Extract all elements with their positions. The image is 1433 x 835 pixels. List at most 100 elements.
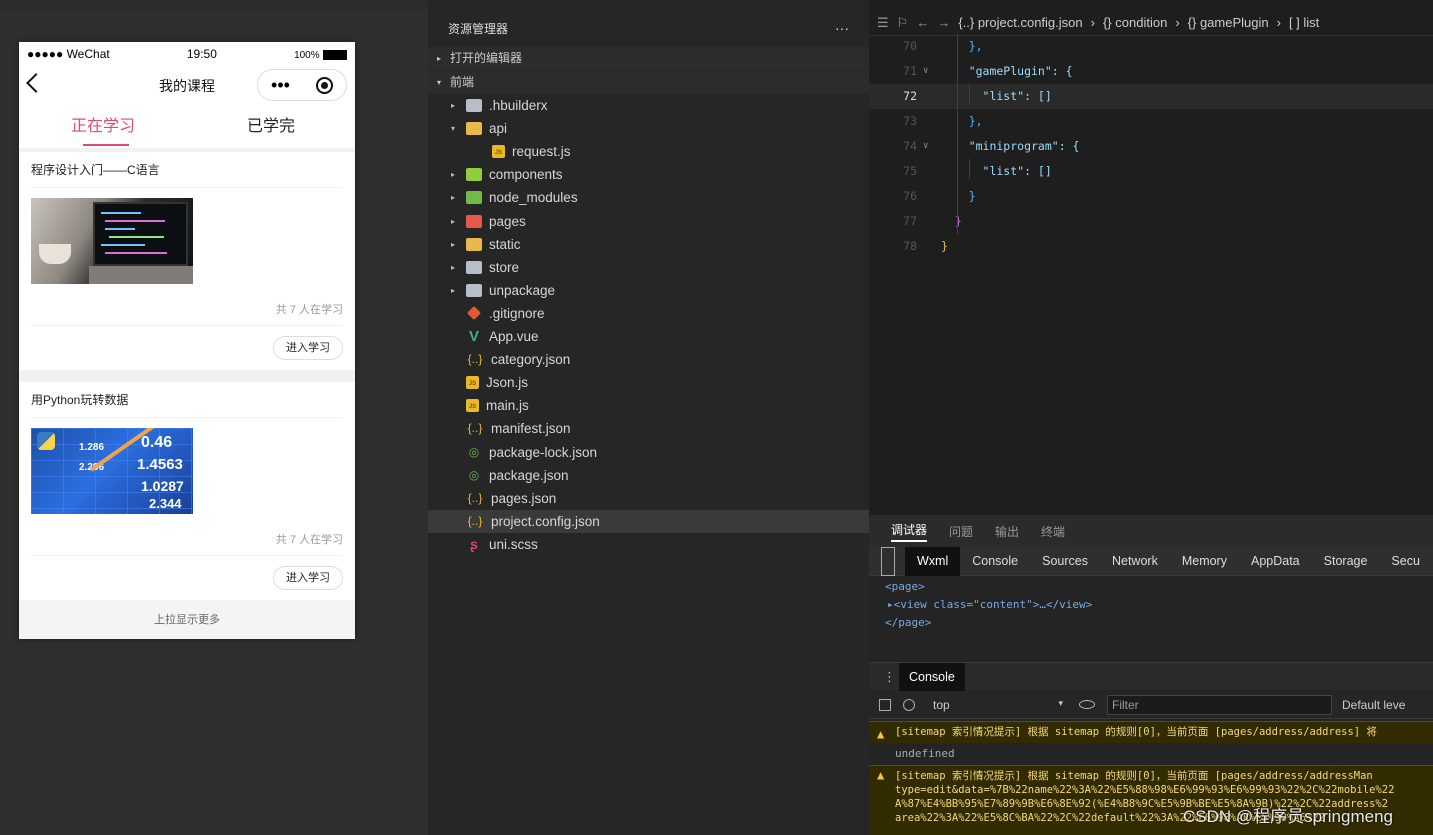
file-tree-item[interactable]: JS request.js [428, 140, 869, 163]
breadcrumb-item[interactable]: {} condition [1103, 15, 1167, 30]
breadcrumb-item[interactable]: [ ] list [1289, 15, 1319, 30]
chevron-right-icon[interactable]: ▸ [448, 240, 458, 249]
file-tree-item[interactable]: JS Json.js [428, 371, 869, 394]
tab-storage[interactable]: Storage [1312, 547, 1380, 576]
clear-console-icon[interactable] [903, 698, 915, 711]
fold-chevron-icon[interactable]: ∨ [923, 59, 928, 84]
node-modules-folder-icon [466, 191, 482, 205]
list-icon[interactable]: ☰ [877, 15, 889, 31]
explorer-header: 资源管理器 ··· [428, 10, 869, 46]
open-editors-section[interactable]: ▸ 打开的编辑器 [428, 47, 869, 70]
file-tree-item[interactable]: ▸ unpackage [428, 279, 869, 302]
code-line[interactable]: 72 "list": [] [869, 84, 1433, 109]
file-name: manifest.json [491, 421, 571, 437]
wxml-node[interactable]: </page> [869, 614, 1433, 632]
code-line[interactable]: 75 "list": [] [869, 159, 1433, 184]
code-line[interactable]: 77 } [869, 209, 1433, 234]
fold-chevron-icon[interactable]: ∨ [923, 134, 928, 159]
file-name: uni.scss [489, 536, 538, 552]
code-line[interactable]: 74 ∨ "miniprogram": { [869, 134, 1433, 159]
file-tree-item[interactable]: ▸ static [428, 233, 869, 256]
file-tree-item[interactable]: ▸ node_modules [428, 186, 869, 209]
wxml-node[interactable]: <page> [869, 578, 1433, 596]
wxml-node[interactable]: ▸<view class="content">…</view> [869, 596, 1433, 614]
forward-arrow-icon[interactable]: → [937, 15, 950, 30]
tab-console[interactable]: Console [960, 547, 1030, 576]
enter-course-button[interactable]: 进入学习 [273, 336, 343, 360]
more-actions-icon[interactable]: ··· [835, 20, 849, 36]
context-select[interactable]: top ▾ [933, 698, 1063, 712]
log-levels-select[interactable]: Default leve [1342, 698, 1405, 712]
file-tree-item[interactable]: ▸ components [428, 163, 869, 186]
file-tree-item[interactable]: JS main.js [428, 394, 869, 417]
filter-input[interactable]: Filter [1107, 694, 1332, 715]
chevron-down-icon: ▾ [1058, 697, 1063, 708]
tab-problems[interactable]: 问题 [949, 523, 973, 540]
code-line[interactable]: 78} [869, 234, 1433, 259]
file-tree-item[interactable]: ▸ store [428, 256, 869, 279]
section-label: 前端 [450, 75, 475, 89]
components-folder-icon [466, 168, 482, 182]
back-icon[interactable] [26, 73, 46, 93]
menu-capsule[interactable]: ••• [257, 69, 347, 101]
code-line[interactable]: 71 ∨ "gamePlugin": { [869, 59, 1433, 84]
close-miniprogram-icon[interactable] [315, 76, 333, 94]
course-thumbnail[interactable] [31, 198, 193, 284]
chevron-down-icon: ▾ [437, 78, 442, 87]
chevron-down-icon[interactable]: ▾ [448, 124, 458, 133]
file-tree-item[interactable]: {..} project.config.json [428, 509, 869, 533]
tab-debugger[interactable]: 调试器 [891, 521, 928, 542]
project-section[interactable]: ▾ 前端 [428, 71, 869, 94]
sidebar-toggle-icon[interactable] [879, 698, 891, 711]
battery-icon [322, 49, 347, 60]
code-line[interactable]: 76 } [869, 184, 1433, 209]
file-tree-item[interactable]: {..} category.json [428, 348, 869, 371]
tab-memory[interactable]: Memory [1170, 547, 1239, 576]
tab-learning[interactable]: 正在学习 [19, 106, 187, 148]
eye-icon[interactable] [1079, 700, 1095, 709]
tab-network[interactable]: Network [1100, 547, 1170, 576]
back-arrow-icon[interactable]: ← [916, 15, 929, 30]
chevron-right-icon[interactable]: ▸ [448, 263, 458, 272]
file-tree-item[interactable]: ▾ api [428, 117, 869, 140]
file-tree-item[interactable]: ◎ package-lock.json [428, 441, 869, 464]
breadcrumb-item[interactable]: {..} project.config.json [958, 15, 1082, 30]
chevron-right-icon[interactable]: ▸ [448, 170, 458, 179]
tab-security[interactable]: Secu [1379, 547, 1432, 576]
code-line[interactable]: 73 }, [869, 109, 1433, 134]
file-tree-item[interactable]: ʂ uni.scss [428, 533, 869, 556]
tab-sources[interactable]: Sources [1030, 547, 1100, 576]
chevron-right-icon[interactable]: ▸ [448, 286, 458, 295]
file-tree-item[interactable]: V App.vue [428, 325, 869, 348]
console-drawer-header: ⋮ Console [869, 662, 1433, 691]
course-thumbnail[interactable]: 1.286 2.286 0.46 1.4563 1.0287 2.344 [31, 428, 193, 514]
bookmark-icon[interactable]: ⚐ [897, 15, 909, 31]
file-tree-item[interactable]: ▸ .hbuilderx [428, 94, 869, 117]
tab-appdata[interactable]: AppData [1239, 547, 1312, 576]
tab-console-drawer[interactable]: Console [899, 662, 965, 691]
tab-wxml[interactable]: Wxml [905, 546, 961, 576]
file-tree-item[interactable]: {..} pages.json [428, 487, 869, 510]
drawer-menu-icon[interactable]: ⋮ [883, 669, 896, 685]
carrier-label: ●●●●● WeChat [27, 47, 110, 61]
file-name: api [489, 121, 508, 137]
page-title: 我的课程 [159, 78, 215, 94]
more-dots-icon[interactable]: ••• [271, 75, 290, 96]
chevron-right-icon[interactable]: ▸ [448, 217, 458, 226]
code-line[interactable]: 70 }, [869, 34, 1433, 59]
tab-output[interactable]: 输出 [995, 523, 1019, 540]
file-name: static [489, 236, 521, 252]
inspect-element-icon[interactable] [881, 546, 895, 576]
chevron-right-icon[interactable]: ▸ [448, 101, 458, 110]
file-tree-item[interactable]: ▸ pages [428, 210, 869, 233]
tab-finished[interactable]: 已学完 [187, 106, 355, 148]
chevron-right-icon: ▸ [437, 54, 442, 63]
tab-terminal[interactable]: 终端 [1041, 523, 1065, 540]
chevron-right-icon[interactable]: ▸ [448, 193, 458, 202]
file-tree-item[interactable]: {..} manifest.json [428, 417, 869, 440]
file-tree-item[interactable]: ◎ package.json [428, 464, 869, 487]
file-name: package-lock.json [489, 444, 598, 460]
enter-course-button[interactable]: 进入学习 [273, 566, 343, 590]
file-tree-item[interactable]: .gitignore [428, 302, 869, 325]
breadcrumb-item[interactable]: {} gamePlugin [1188, 15, 1269, 30]
